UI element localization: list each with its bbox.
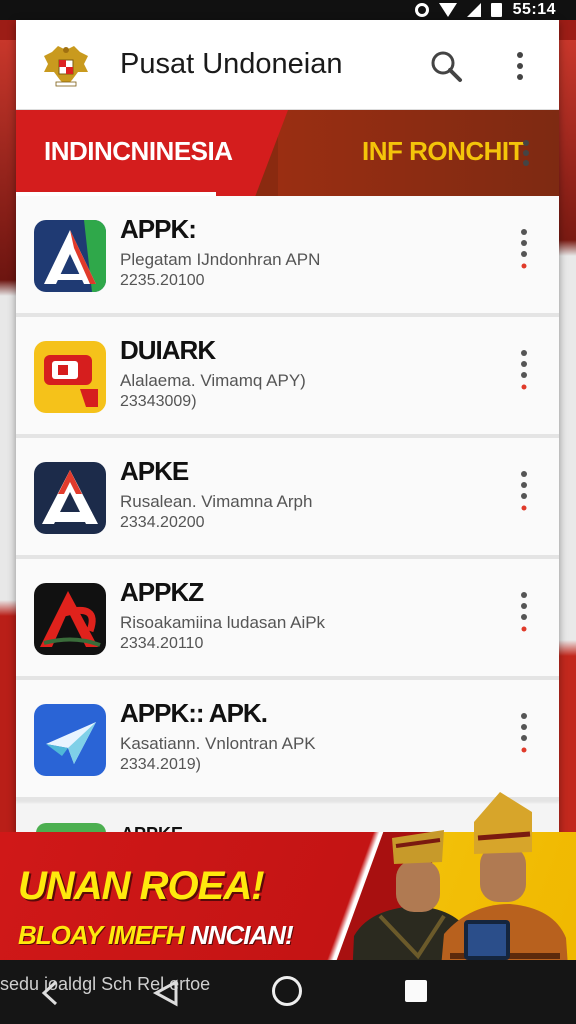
item-menu-icon[interactable] — [516, 347, 532, 397]
app-version: 2334.2019) — [120, 756, 201, 773]
tab-label: INF RONCHIT — [362, 136, 525, 166]
apk-a-green-red-icon — [34, 220, 106, 292]
app-version: 23343009) — [120, 393, 197, 410]
search-icon[interactable] — [428, 48, 464, 84]
apk-yellow-red-icon — [34, 341, 106, 413]
app-name: APPK:: APK. — [120, 698, 268, 728]
backdrop-left — [0, 40, 16, 840]
item-menu-icon[interactable] — [516, 226, 532, 276]
tab-inf-ronchit[interactable]: INF RONCHIT — [278, 110, 559, 196]
item-menu-icon[interactable] — [516, 468, 532, 518]
app-description: Rusalean. Vimamna Arph — [120, 492, 313, 511]
app-list: APPK: Plegatam IJndonhran APN 2235.20100… — [16, 196, 559, 801]
home-icon[interactable] — [272, 976, 302, 1006]
item-menu-icon[interactable] — [516, 589, 532, 639]
tab-overflow-icon[interactable] — [519, 138, 533, 168]
banner-subtitle-a: BLOAY IMEFH — [18, 920, 185, 950]
app-name: APKE — [120, 456, 189, 486]
app-description: Risoakamiina ludasan AiPk — [120, 613, 326, 632]
apk-blue-paper-plane-icon — [34, 704, 106, 776]
app-description: Plegatam IJndonhran APN — [120, 250, 321, 269]
banner-title: UNAN ROEA! — [18, 864, 265, 908]
app-name: DUIARK — [120, 335, 216, 365]
app-name: APPK: — [120, 214, 197, 244]
app-bar: Pusat Undoneian — [16, 20, 559, 110]
tab-label: INDINCNINESIA — [44, 136, 233, 166]
status-time: 55:14 — [512, 1, 556, 18]
status-bar: 55:14 — [0, 0, 576, 20]
backdrop-right — [556, 40, 576, 840]
recents-icon[interactable] — [405, 980, 427, 1002]
do-not-disturb-icon — [415, 3, 429, 17]
app-version: 2334.20200 — [120, 514, 205, 531]
apk-a-navy-icon — [34, 462, 106, 534]
banner-subtitle-b: NNCIAN! — [189, 920, 294, 950]
app-title: Pusat Undoneian — [120, 48, 343, 80]
overflow-menu-icon[interactable] — [506, 48, 534, 84]
chevron-left-icon[interactable] — [36, 978, 66, 1008]
app-version: 2334.20110 — [120, 635, 204, 652]
signal-icon — [467, 3, 481, 17]
battery-icon — [491, 3, 502, 17]
list-item[interactable]: DUIARK Alalaema. Vimamq APY) 23343009) — [16, 317, 559, 438]
garuda-emblem-icon — [44, 46, 88, 87]
list-item[interactable]: APPKZ Risoakamiina ludasan AiPk 2334.201… — [16, 559, 559, 680]
wifi-icon — [439, 3, 457, 17]
app-description: Kasatiann. Vnlontran APK — [120, 734, 316, 753]
list-item[interactable]: APPK:: APK. Kasatiann. Vnlontran APK 233… — [16, 680, 559, 801]
item-menu-icon[interactable] — [516, 710, 532, 760]
app-description: Alalaema. Vimamq APY) — [120, 371, 306, 390]
app-version: 2235.20100 — [120, 272, 205, 289]
app-window: Pusat Undoneian INF RONCHIT INDINCNINESI… — [16, 20, 559, 840]
tab-indincninesia[interactable]: INDINCNINESIA — [16, 110, 288, 196]
back-icon[interactable] — [150, 978, 180, 1008]
list-item[interactable]: APPK: Plegatam IJndonhran APN 2235.20100 — [16, 196, 559, 317]
banner-subtitle: BLOAY IMEFH NNCIAN! — [18, 920, 294, 951]
list-item[interactable]: APKE Rusalean. Vimamna Arph 2334.20200 — [16, 438, 559, 559]
tab-bar: INF RONCHIT INDINCNINESIA — [16, 110, 559, 196]
system-nav-bar: sedu ioaldgl Sch Rel ertoe — [0, 960, 576, 1024]
app-name: APPKZ — [120, 577, 204, 607]
apk-a-red-dark-icon — [34, 583, 106, 655]
